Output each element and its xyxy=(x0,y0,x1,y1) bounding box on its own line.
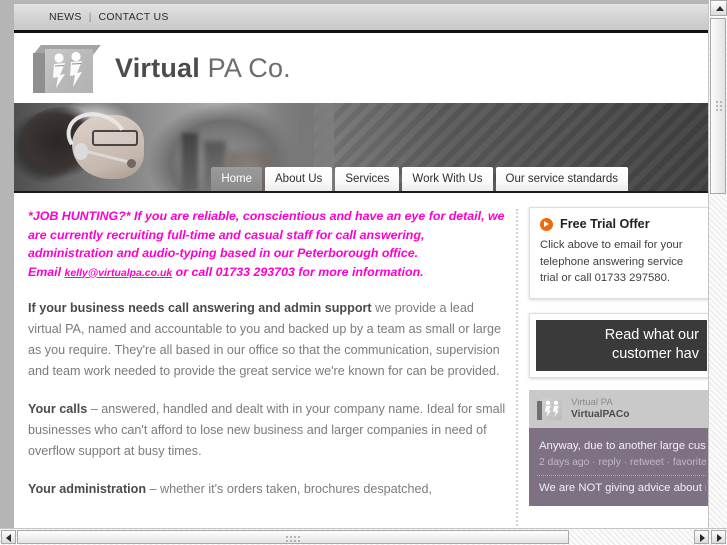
tweet-item[interactable]: Anyway, due to another large custom agai… xyxy=(537,434,706,476)
hero-banner: Home About Us Services Work With Us Our … xyxy=(14,103,708,193)
paragraph-2-lead: Your calls xyxy=(28,402,88,416)
job-notice-text: *JOB HUNTING?* If you are reliable, cons… xyxy=(28,209,505,260)
paragraph-your-administration: Your administration – whether it's order… xyxy=(28,479,508,500)
page-content: *JOB HUNTING?* If you are reliable, cons… xyxy=(14,193,708,528)
vertical-thumb-grip xyxy=(715,100,723,112)
cube-people-avatar-icon xyxy=(537,397,563,420)
tweet-text: Anyway, due to another large custom agai… xyxy=(539,439,706,452)
twitter-display-name: Virtual PA xyxy=(571,396,613,408)
column-divider xyxy=(516,209,519,528)
scroll-left-arrow-icon[interactable] xyxy=(1,530,16,544)
twitter-account-names: Virtual PA VirtualPACo xyxy=(571,397,630,421)
page-viewport: NEWS | CONTACT US Virtual PA Co. Home Ab… xyxy=(0,0,708,528)
nav-tab-about-us[interactable]: About Us xyxy=(265,167,333,191)
topbar-link-contact-us[interactable]: CONTACT US xyxy=(98,11,168,23)
twitter-widget-header: Virtual PA VirtualPACo xyxy=(529,389,708,428)
site-header: Virtual PA Co. xyxy=(14,33,708,103)
twitter-widget: Virtual PA VirtualPACo Anyway, due to an… xyxy=(529,389,708,506)
orange-arrow-icon xyxy=(540,217,553,231)
site-title-rest: PA Co. xyxy=(199,52,291,83)
free-trial-title: Free Trial Offer xyxy=(560,217,650,231)
scroll-right-arrow-icon-secondary[interactable] xyxy=(711,530,726,544)
site-title-bold: Virtual xyxy=(115,52,200,83)
testimonials-banner[interactable]: Read what our customer hav xyxy=(529,312,708,378)
main-navigation: Home About Us Services Work With Us Our … xyxy=(211,167,628,191)
paragraph-business-support: If your business needs call answering an… xyxy=(28,298,508,382)
cube-people-logo-icon[interactable] xyxy=(31,43,101,93)
nav-tab-our-service-standards[interactable]: Our service standards xyxy=(495,167,628,191)
photo-headset-mic-tip xyxy=(127,159,136,168)
tweet-meta[interactable]: 2 days ago · reply · retweet · favorite xyxy=(539,457,706,468)
paragraph-2-body: – answered, handled and dealt with in yo… xyxy=(28,402,506,458)
email-link-kelly[interactable]: kelly@virtualpa.co.uk xyxy=(65,267,173,279)
scroll-up-arrow-icon[interactable] xyxy=(710,0,727,16)
paragraph-3-lead: Your administration xyxy=(28,482,147,496)
testimonials-line-1: Read what our xyxy=(604,326,699,343)
horizontal-scroll-thumb[interactable] xyxy=(17,530,569,544)
job-notice-email-suffix: or call 01733 293703 for more informatio… xyxy=(172,264,424,279)
sidebar: Free Trial Offer Click above to email fo… xyxy=(529,207,708,528)
testimonials-banner-inner: Read what our customer hav xyxy=(536,319,707,371)
nav-tab-home[interactable]: Home xyxy=(211,167,262,191)
nav-tab-services[interactable]: Services xyxy=(335,167,400,191)
twitter-timeline: Anyway, due to another large custom agai… xyxy=(529,427,708,506)
twitter-handle[interactable]: VirtualPACo xyxy=(571,409,630,421)
testimonials-line-2: customer hav xyxy=(611,345,699,362)
paragraph-your-calls: Your calls – answered, handled and dealt… xyxy=(28,399,508,462)
top-utility-bar: NEWS | CONTACT US xyxy=(14,4,708,33)
topbar-separator: | xyxy=(88,11,92,23)
page-vertical-scrollbar[interactable] xyxy=(708,0,727,528)
main-column: *JOB HUNTING?* If you are reliable, cons… xyxy=(14,207,508,528)
page-horizontal-scrollbar[interactable] xyxy=(0,528,727,545)
avatar-people-glyph xyxy=(545,400,559,417)
vertical-scroll-thumb[interactable] xyxy=(710,18,726,194)
free-trial-offer-box[interactable]: Free Trial Offer Click above to email fo… xyxy=(529,207,708,299)
free-trial-body: Click above to email for your telephone … xyxy=(540,239,684,284)
tweet-item[interactable]: We are NOT giving advice about ma someon… xyxy=(537,476,706,504)
nav-tab-work-with-us[interactable]: Work With Us xyxy=(402,167,493,191)
paragraph-3-body: – whether it's orders taken, brochures d… xyxy=(146,482,432,496)
paragraph-1-lead: If your business needs call answering an… xyxy=(28,301,372,315)
banner-blur-shape-1 xyxy=(182,133,198,191)
website-page: NEWS | CONTACT US Virtual PA Co. Home Ab… xyxy=(14,4,708,528)
site-title: Virtual PA Co. xyxy=(115,53,291,84)
horizontal-thumb-grip xyxy=(285,535,301,542)
topbar-link-news[interactable]: NEWS xyxy=(49,11,82,23)
browser-window: NEWS | CONTACT US Virtual PA Co. Home Ab… xyxy=(0,0,727,545)
job-notice-email-prefix: Email xyxy=(28,264,65,279)
scroll-right-arrow-icon[interactable] xyxy=(694,530,709,544)
job-hunting-notice: *JOB HUNTING?* If you are reliable, cons… xyxy=(28,207,508,282)
free-trial-title-row: Free Trial Offer xyxy=(540,217,703,231)
logo-people-glyph xyxy=(53,51,82,88)
tweet-text: We are NOT giving advice about ma someon… xyxy=(539,482,706,494)
